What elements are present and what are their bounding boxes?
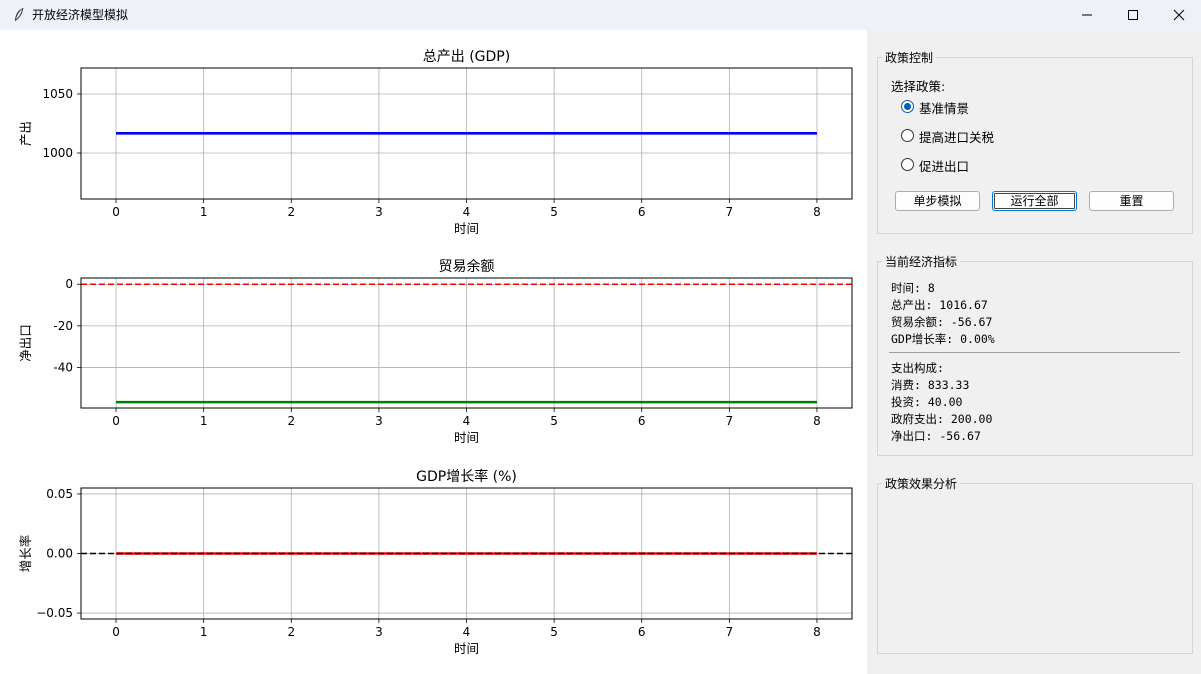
x-tick-label: 8 (813, 625, 821, 639)
spend-government: 政府支出: 200.00 (891, 412, 993, 426)
x-tick-label: 7 (726, 414, 734, 428)
y-tick-label: 0.00 (46, 547, 73, 561)
x-tick-label: 3 (375, 205, 383, 219)
x-axis-label: 时间 (454, 641, 479, 656)
x-axis-label: 时间 (454, 221, 479, 236)
y-axis-label: 增长率 (18, 535, 33, 573)
plot-canvas: 0 1 2 3 4 5 6 7 8 1000 1050 总产出 (GDP) 时间 产出 0 1 2 3 4 5 6 7 8 0… (0, 30, 867, 674)
charts-svg: 0 1 2 3 4 5 6 7 810001050总产出 (GDP)时间产出0 1 2 3 4 5 6 7 80… (18, 49, 853, 656)
chart-panel-1: 0 1 2 3 4 5 6 7 8 1000 1050 总产出 (GDP) 时间 产出 (18, 49, 853, 236)
step-simulate-button[interactable]: 单步模拟 (895, 191, 980, 211)
indicator-growth-rate: GDP增长率: 0.00% (891, 332, 995, 346)
y-axis-label: 产出 (18, 121, 33, 146)
x-tick-label: 5 (550, 205, 558, 219)
spend-consumption: 消费: 833.33 (891, 378, 970, 392)
chart-panel-2: 0 1 2 3 4 5 6 7 8 0 -20 -40 贸易余额时间 净出口 (18, 258, 853, 445)
chart-title: GDP增长率 (%) (416, 468, 517, 485)
x-tick-label: 7 (726, 625, 734, 639)
x-tick-label: 7 (726, 205, 734, 219)
select-policy-label: 选择政策: (891, 79, 946, 94)
minimize-button[interactable] (1064, 0, 1110, 30)
chart-panel-3: 0 1 2 3 4 5 6 7 8 0.05 0.00 −0.05 GDP增长率 (%) 时间 增长率 (18, 468, 853, 656)
spend-investment: 投资: 40.00 (891, 395, 963, 409)
x-tick-label: 3 (375, 625, 383, 639)
spend-net-exports: 净出口: -56.67 (891, 429, 981, 443)
indicator-time: 时间: 8 (891, 281, 935, 295)
x-tick-label: 1 (200, 205, 208, 219)
indicator-gdp: 总产出: 1016.67 (891, 298, 988, 312)
maximize-icon (1128, 10, 1138, 20)
x-tick-label: 2 (287, 205, 295, 219)
indicators-title: 当前经济指标 (882, 253, 961, 270)
spend-heading: 支出构成: (891, 361, 944, 375)
radio-label[interactable]: 基准情景 (919, 98, 969, 117)
analysis-frame (877, 483, 1193, 654)
analysis-title: 政策效果分析 (882, 475, 961, 492)
x-tick-label: 1 (200, 625, 208, 639)
minimize-icon (1082, 14, 1092, 16)
radio-button[interactable] (901, 100, 914, 113)
chart-title: 贸易余额 (439, 258, 495, 275)
policy-control-title: 政策控制 (882, 49, 937, 66)
x-tick-label: 0 (112, 205, 120, 219)
y-tick-label: 0.05 (46, 487, 73, 501)
y-tick-label: −0.05 (36, 606, 73, 620)
y-tick-label: -40 (53, 360, 73, 374)
y-tick-label: 1050 (42, 87, 73, 101)
y-tick-label: 0 (65, 277, 73, 291)
x-tick-label: 6 (638, 625, 646, 639)
x-tick-label: 6 (638, 205, 646, 219)
feather-icon (15, 7, 24, 21)
x-tick-label: 6 (638, 414, 646, 428)
radio-button[interactable] (901, 129, 914, 142)
maximize-button[interactable] (1110, 0, 1156, 30)
y-tick-label: 1000 (42, 146, 73, 160)
window-title: 开放经济模型模拟 (32, 8, 129, 22)
x-tick-label: 4 (463, 205, 471, 219)
x-tick-label: 2 (287, 625, 295, 639)
x-tick-label: 4 (463, 414, 471, 428)
radio-label[interactable]: 提高进口关税 (919, 127, 994, 146)
x-tick-label: 2 (287, 414, 295, 428)
indicator-divider (889, 352, 1180, 353)
x-tick-label: 5 (550, 414, 558, 428)
y-axis-label: 净出口 (18, 324, 33, 362)
x-tick-label: 0 (112, 414, 120, 428)
chart-title: 总产出 (GDP) (423, 49, 510, 65)
close-icon (1173, 9, 1185, 21)
x-tick-label: 1 (200, 414, 208, 428)
close-button[interactable] (1156, 0, 1201, 30)
indicator-trade-balance: 贸易余额: -56.67 (891, 315, 993, 329)
x-tick-label: 8 (813, 205, 821, 219)
x-tick-label: 5 (550, 625, 558, 639)
window-title-bar: 开放经济模型模拟 (0, 0, 1201, 30)
x-axis-label: 时间 (454, 430, 479, 445)
y-tick-label: -20 (53, 319, 73, 333)
run-all-button[interactable]: 运行全部 (992, 191, 1077, 211)
radio-button[interactable] (901, 158, 914, 171)
x-tick-label: 0 (112, 625, 120, 639)
reset-button[interactable]: 重置 (1089, 191, 1174, 211)
x-tick-label: 3 (375, 414, 383, 428)
x-tick-label: 8 (813, 414, 821, 428)
radio-label[interactable]: 促进出口 (919, 156, 969, 175)
x-tick-label: 4 (463, 625, 471, 639)
